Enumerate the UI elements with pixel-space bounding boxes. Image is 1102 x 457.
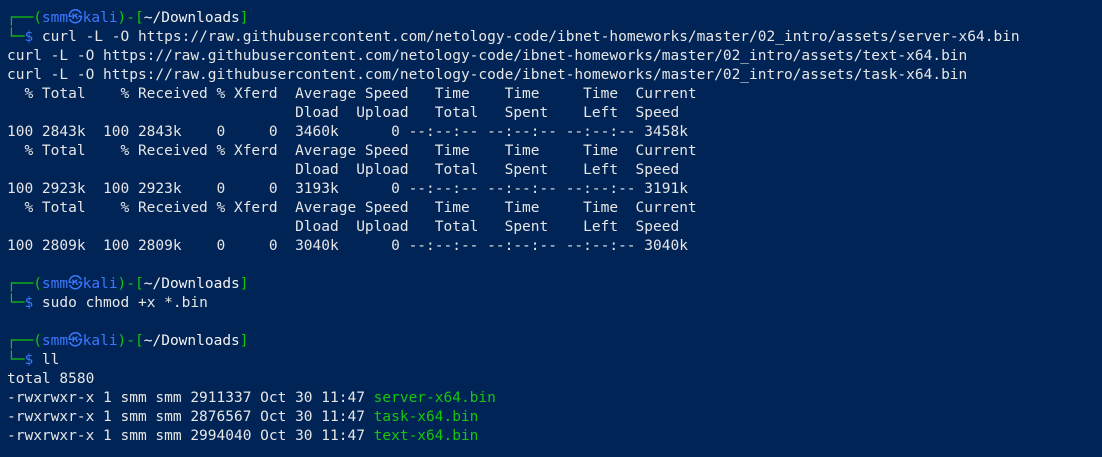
prompt-at-symbol: ㉿ [68,276,83,292]
prompt-box-top: ┌──( [7,333,42,349]
prompt-box-bottom: └─ [7,295,25,311]
command-text: sudo chmod +x *.bin [33,295,208,311]
ls-entry: -rwxrwxr-x 1 smm smm 2911337 Oct 30 11:4… [7,389,1102,408]
prompt-host: kali [82,276,118,292]
progress-row: 100 2923k 100 2923k 0 0 3193k 0 --:--:--… [7,181,688,197]
progress-header: % Total % Received % Xferd Average Speed… [7,143,697,159]
prompt-separator: )-[ [117,10,144,26]
prompt-header-line: ┌──(smm㉿kali)-[~/Downloads] [7,332,1102,351]
prompt-separator: )-[ [117,333,144,349]
command-continuation: curl -L -O https://raw.githubusercontent… [7,67,968,83]
command-continuation: curl -L -O https://raw.githubusercontent… [7,48,968,64]
ls-entry-meta: -rwxrwxr-x 1 smm smm 2994040 Oct 30 11:4… [7,428,374,444]
prompt-at-symbol: ㉿ [68,10,83,26]
prompt-box-bottom: └─ [7,29,25,45]
progress-row: 100 2809k 100 2809k 0 0 3040k 0 --:--:--… [7,238,688,254]
prompt-close-bracket: ] [239,10,249,26]
ls-entry: -rwxrwxr-x 1 smm smm 2876567 Oct 30 11:4… [7,408,1102,427]
prompt-header-line: ┌──(smm㉿kali)-[~/Downloads] [7,9,1102,28]
ls-entry-filename: task-x64.bin [373,409,479,425]
command-text: ll [33,352,60,368]
prompt-path: ~/Downloads [143,276,240,292]
ls-entry-meta: -rwxrwxr-x 1 smm smm 2911337 Oct 30 11:4… [7,390,374,406]
progress-row: 100 2843k 100 2843k 0 0 3460k 0 --:--:--… [7,124,688,140]
progress-subheader: Dload Upload Total Spent Left Speed [7,105,680,121]
prompt-box-top: ┌──( [7,10,42,26]
ls-entry-meta: -rwxrwxr-x 1 smm smm 2876567 Oct 30 11:4… [7,409,374,425]
ls-total: total 8580 [7,371,95,387]
command-line: └─$ sudo chmod +x *.bin [7,294,1102,313]
prompt-dollar: $ [24,29,34,45]
command-line: └─$ ll [7,351,1102,370]
command-line: └─$ curl -L -O https://raw.githubusercon… [7,28,1102,47]
prompt-dollar: $ [24,295,34,311]
prompt-host: kali [82,333,118,349]
terminal-window[interactable]: ┌──(smm㉿kali)-[~/Downloads] └─$ curl -L … [0,0,1102,457]
prompt-separator: )-[ [117,276,144,292]
prompt-host: kali [82,10,118,26]
prompt-dollar: $ [24,352,34,368]
progress-subheader: Dload Upload Total Spent Left Speed [7,162,680,178]
prompt-path: ~/Downloads [143,10,240,26]
prompt-close-bracket: ] [239,333,249,349]
prompt-box-top: ┌──( [7,276,42,292]
prompt-user: smm [41,333,69,349]
progress-header: % Total % Received % Xferd Average Speed… [7,86,697,102]
prompt-close-bracket: ] [239,276,249,292]
command-text: curl -L -O https://raw.githubusercontent… [33,29,1020,45]
prompt-user: smm [41,10,69,26]
ls-entry-filename: server-x64.bin [373,390,496,406]
prompt-path: ~/Downloads [143,333,240,349]
ls-entry: -rwxrwxr-x 1 smm smm 2994040 Oct 30 11:4… [7,427,1102,446]
prompt-header-line: ┌──(smm㉿kali)-[~/Downloads] [7,275,1102,294]
progress-subheader: Dload Upload Total Spent Left Speed [7,219,680,235]
progress-header: % Total % Received % Xferd Average Speed… [7,200,697,216]
prompt-box-bottom: └─ [7,352,25,368]
ls-entry-filename: text-x64.bin [373,428,479,444]
prompt-user: smm [41,276,69,292]
prompt-at-symbol: ㉿ [68,333,83,349]
